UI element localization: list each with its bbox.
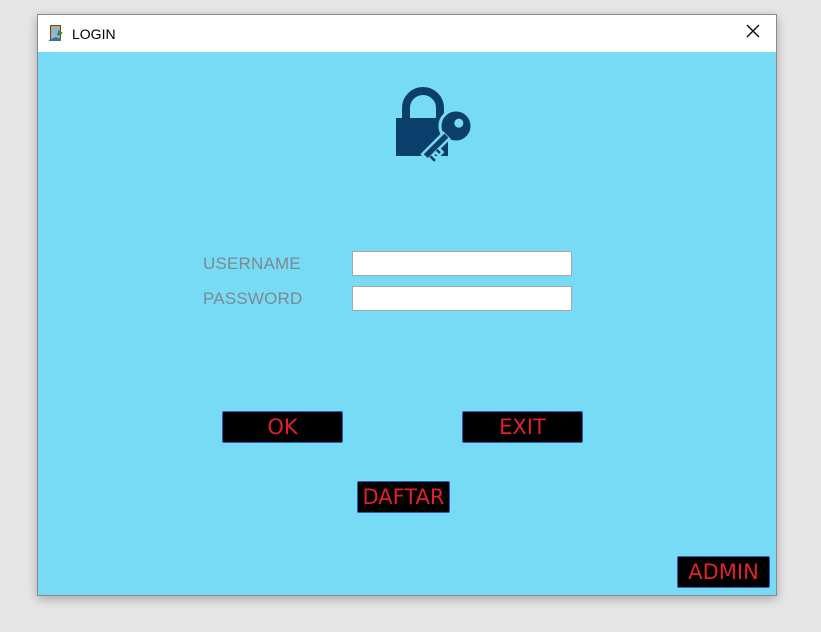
exit-button[interactable]: EXIT xyxy=(462,411,583,443)
title-bar: LOGIN xyxy=(38,15,776,52)
close-icon xyxy=(746,24,760,43)
ok-button[interactable]: OK xyxy=(222,411,343,443)
password-field[interactable] xyxy=(352,286,572,311)
username-field[interactable] xyxy=(352,251,572,276)
admin-button[interactable]: ADMIN xyxy=(677,556,770,588)
username-label: USERNAME xyxy=(203,254,301,273)
lock-key-icon xyxy=(394,82,482,170)
window-title: LOGIN xyxy=(72,26,116,42)
password-label: PASSWORD xyxy=(203,289,303,308)
daftar-button[interactable]: DAFTAR xyxy=(357,481,450,513)
door-exit-icon xyxy=(47,24,65,42)
login-window: LOGIN USERNAME PASSWORD OK EXIT DAFTAR A… xyxy=(37,14,777,596)
login-panel: USERNAME PASSWORD OK EXIT DAFTAR ADMIN xyxy=(38,52,776,595)
close-button[interactable] xyxy=(730,15,776,52)
